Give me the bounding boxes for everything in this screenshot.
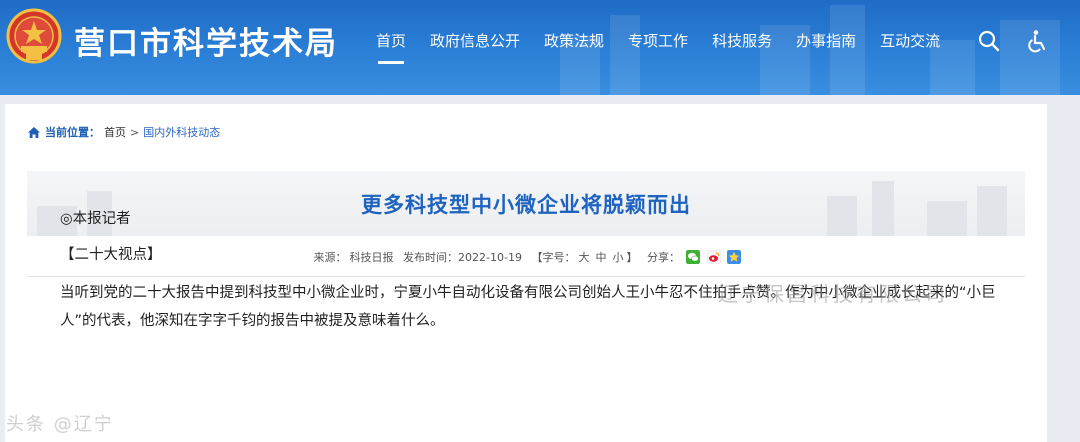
watermark-text: 辽宁保昌科技有限公司 bbox=[718, 282, 948, 306]
article-section-tag: 【二十大视点】 bbox=[60, 247, 162, 263]
breadcrumb-current-link[interactable]: 国内外科技动态 bbox=[143, 124, 220, 140]
source-label: 来源： bbox=[313, 251, 347, 264]
national-emblem-icon bbox=[6, 8, 62, 64]
wechat-icon[interactable] bbox=[686, 250, 701, 264]
divider bbox=[27, 276, 1025, 277]
nav-item-policy[interactable]: 政策法规 bbox=[532, 0, 616, 82]
weibo-icon[interactable] bbox=[706, 250, 721, 264]
nav-item-guide[interactable]: 办事指南 bbox=[784, 0, 868, 82]
source-value: 科技日报 bbox=[349, 251, 394, 264]
date-value: 2022-10-19 bbox=[458, 251, 522, 264]
font-size-medium[interactable]: 中 bbox=[595, 251, 606, 264]
nav-item-services[interactable]: 科技服务 bbox=[700, 0, 784, 82]
article-title: 更多科技型中小微企业将脱颖而出 bbox=[361, 193, 691, 217]
font-size-open: 【字号： bbox=[531, 251, 576, 264]
share-label: 分享： bbox=[646, 251, 680, 264]
article-meta: 来源： 科技日报 发布时间：2022-10-19 【字号：大中小】 分享： bbox=[27, 249, 1025, 265]
date-label: 发布时间： bbox=[403, 251, 459, 264]
search-icon[interactable] bbox=[977, 29, 1001, 53]
watermark-text-left: 头条 @辽宁 bbox=[6, 414, 114, 435]
nav-item-home[interactable]: 首页 bbox=[364, 0, 418, 82]
breadcrumb-home-link[interactable]: 首页 bbox=[104, 124, 126, 140]
nav-item-special-work[interactable]: 专项工作 bbox=[616, 0, 700, 82]
site-title: 营口市科学技术局 bbox=[74, 26, 338, 62]
breadcrumb-label: 当前位置： bbox=[45, 126, 100, 139]
title-band: 更多科技型中小微企业将脱颖而出 bbox=[27, 171, 1025, 236]
font-size-small[interactable]: 小 bbox=[612, 251, 623, 264]
home-icon bbox=[28, 126, 40, 138]
accessibility-icon[interactable] bbox=[1026, 29, 1050, 53]
main-nav: 首页 政府信息公开 政策法规 专项工作 科技服务 办事指南 互动交流 bbox=[364, 0, 952, 95]
qzone-icon[interactable] bbox=[727, 250, 742, 264]
font-size-large[interactable]: 大 bbox=[578, 251, 589, 264]
font-size-close: 】 bbox=[626, 251, 638, 264]
breadcrumb: 当前位置： 首页 > 国内外科技动态 bbox=[27, 124, 220, 140]
breadcrumb-separator: > bbox=[130, 125, 140, 139]
article-byline: ◎本报记者 bbox=[60, 211, 131, 227]
content-card: 当前位置： 首页 > 国内外科技动态 更多科技型中小微企业将脱颖而出 来源： 科技… bbox=[5, 104, 1047, 442]
nav-item-interaction[interactable]: 互动交流 bbox=[868, 0, 952, 82]
nav-item-gov-info[interactable]: 政府信息公开 bbox=[418, 0, 532, 82]
site-header: 营口市科学技术局 首页 政府信息公开 政策法规 专项工作 科技服务 办事指南 互… bbox=[0, 0, 1080, 95]
